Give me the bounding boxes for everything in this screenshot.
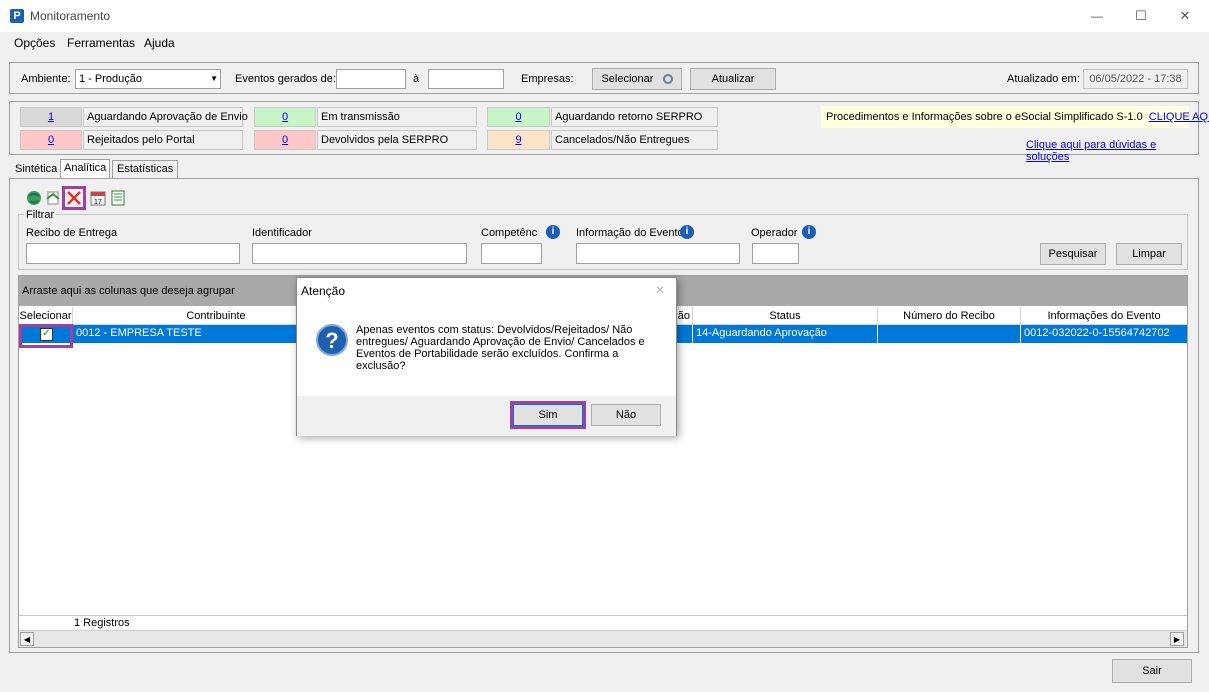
a-label: à <box>413 73 420 85</box>
row-numero-recibo <box>878 325 1021 343</box>
transmit-icon[interactable] <box>45 190 61 206</box>
pesquisar-button[interactable]: Pesquisar <box>1040 243 1106 265</box>
informacao-info-icon[interactable]: i <box>680 225 694 239</box>
window-title: Monitoramento <box>30 9 111 23</box>
date-from-field[interactable] <box>336 69 406 89</box>
operador-label: Operador <box>751 227 798 239</box>
tab-sintetica[interactable]: Sintética <box>15 163 57 179</box>
search-icon <box>662 74 673 85</box>
tab-estatisticas[interactable]: Estatísticas <box>112 160 179 178</box>
empresas-label: Empresas: <box>521 73 574 85</box>
nao-button[interactable]: Não <box>591 404 661 426</box>
operador-info-icon[interactable]: i <box>802 225 816 239</box>
col-status[interactable]: Status <box>693 307 878 324</box>
title-bar: P Monitoramento — ☐ ✕ <box>0 0 1209 32</box>
col-numero-recibo[interactable]: Número do Recibo <box>878 307 1021 324</box>
horizontal-scrollbar[interactable]: ◀ ▶ <box>19 630 1187 647</box>
filtrar-title: Filtrar <box>24 209 57 221</box>
dialog-close-icon[interactable]: ✕ <box>655 283 665 297</box>
devolvidos-count[interactable]: 0 <box>254 130 316 150</box>
sim-highlight <box>510 401 586 429</box>
menu-ferramentas[interactable]: Ferramentas <box>67 36 135 50</box>
row-status: 14-Aguardando Aprovação <box>693 325 878 343</box>
scroll-right-arrow[interactable]: ▶ <box>1170 632 1184 646</box>
em-transmissao-count[interactable]: 0 <box>254 107 316 127</box>
menu-bar: Opções Ferramentas Ajuda <box>0 33 1209 53</box>
competencia-label: Competênc <box>481 227 538 239</box>
checkbox-highlight <box>19 324 73 348</box>
atualizado-label: Atualizado em: <box>1007 73 1080 85</box>
competencia-info-icon[interactable]: i <box>546 225 560 239</box>
eventos-label: Eventos gerados de: <box>235 73 336 85</box>
calendar-icon[interactable]: 17 <box>90 190 106 206</box>
scroll-left-arrow[interactable]: ◀ <box>20 632 34 646</box>
dialog-title: Atenção <box>301 284 346 298</box>
status-panel: 1 Aguardando Aprovação de Envio 0 Em tra… <box>9 101 1209 163</box>
delete-icon[interactable] <box>66 190 82 206</box>
confirm-dialog: Atenção ✕ ? Apenas eventos com status: D… <box>296 277 677 436</box>
aguardando-envio-count[interactable]: 1 <box>20 107 82 127</box>
identificador-field[interactable] <box>252 243 467 264</box>
competencia-field[interactable] <box>481 243 542 264</box>
app-icon: P <box>10 9 24 23</box>
tab-analitica[interactable]: Analítica <box>60 159 111 179</box>
question-icon: ? <box>316 324 348 356</box>
dialog-message: Apenas eventos com status: Devolvidos/Re… <box>356 324 645 372</box>
col-selecionar[interactable]: Selecionar <box>19 307 73 324</box>
procedimentos-text: Procedimentos e Informações sobre o eSoc… <box>826 111 1143 123</box>
grid-footer: 1 Registros <box>19 615 1187 629</box>
procedimentos-banner: Procedimentos e Informações sobre o eSoc… <box>821 106 1209 128</box>
aguardando-serpro-count[interactable]: 0 <box>487 107 550 127</box>
maximize-button[interactable]: ☐ <box>1126 4 1156 28</box>
clique-aqui-link[interactable]: CLIQUE AQUI <box>1149 111 1209 123</box>
em-transmissao-label: Em transmissão <box>317 107 477 127</box>
selecionar-label: Selecionar <box>601 73 654 85</box>
ambiente-value: 1 - Produção <box>79 73 142 85</box>
aguardando-serpro-label: Aguardando retorno SERPRO <box>551 107 718 127</box>
atualizar-button[interactable]: Atualizar <box>690 68 776 90</box>
maximize-icon: ☐ <box>1135 8 1147 23</box>
registros-count: 1 Registros <box>74 617 130 629</box>
minimize-button[interactable]: — <box>1082 4 1112 28</box>
recibo-field[interactable] <box>26 243 240 264</box>
minimize-icon: — <box>1091 9 1103 23</box>
date-to-field[interactable] <box>428 69 504 89</box>
svg-text:17: 17 <box>94 199 102 206</box>
informacao-field[interactable] <box>576 243 740 264</box>
rejeitados-label: Rejeitados pelo Portal <box>83 130 243 150</box>
informacao-label: Informação do Evento <box>576 227 684 239</box>
identificador-label: Identificador <box>252 227 312 239</box>
atualizado-value: 06/05/2022 - 17:38 <box>1083 69 1188 89</box>
duvidas-link[interactable]: Clique aqui para dúvidas e soluções <box>1026 139 1198 163</box>
filter-panel: Ambiente: 1 - Produção ▼ Eventos gerados… <box>9 62 1199 94</box>
aguardando-envio-label: Aguardando Aprovação de Envio <box>83 107 248 127</box>
menu-opcoes[interactable]: Opções <box>14 36 55 50</box>
globe-icon[interactable] <box>26 190 42 206</box>
rejeitados-count[interactable]: 0 <box>20 130 82 150</box>
close-icon: ✕ <box>1179 8 1191 23</box>
close-window-button[interactable]: ✕ <box>1170 4 1200 28</box>
menu-ajuda[interactable]: Ajuda <box>144 36 175 50</box>
operador-field[interactable] <box>752 243 799 264</box>
excel-export-icon[interactable] <box>110 190 126 206</box>
col-informacoes[interactable]: Informações do Evento <box>1021 307 1187 324</box>
cancelados-count[interactable]: 9 <box>487 130 550 150</box>
devolvidos-label: Devolvidos pela SERPRO <box>317 130 477 150</box>
ambiente-select[interactable]: 1 - Produção ▼ <box>75 69 221 89</box>
row-informacoes: 0012-032022-0-15564742702 <box>1024 327 1170 339</box>
limpar-button[interactable]: Limpar <box>1116 243 1182 265</box>
chevron-down-icon: ▼ <box>210 74 218 83</box>
ambiente-label: Ambiente: <box>21 73 71 85</box>
selecionar-button[interactable]: Selecionar <box>592 68 682 90</box>
cancelados-label: Cancelados/Não Entregues <box>551 130 718 150</box>
sair-button[interactable]: Sair <box>1112 659 1192 683</box>
recibo-label: Recibo de Entrega <box>26 227 118 239</box>
